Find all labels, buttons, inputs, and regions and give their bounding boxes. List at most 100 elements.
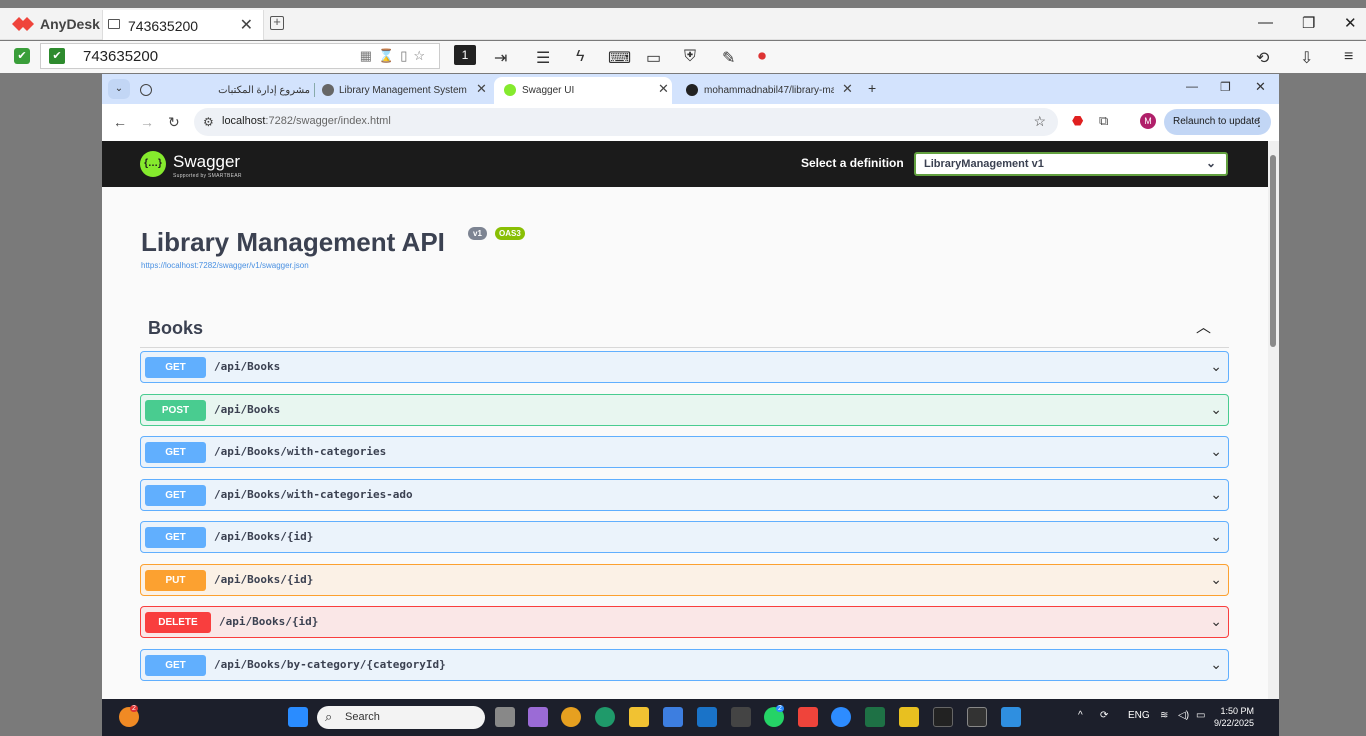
reload-icon[interactable]: ↻ xyxy=(168,114,180,131)
volume-icon[interactable]: ◁) xyxy=(1178,710,1189,721)
page-scrollbar[interactable] xyxy=(1268,141,1279,699)
sync-icon[interactable]: ⟳ xyxy=(1100,710,1108,721)
chevron-down-icon[interactable]: ⌄ xyxy=(1210,613,1222,630)
operation-post-books[interactable]: POST /api/Books ⌄ xyxy=(140,394,1229,426)
bookmark-star-icon[interactable]: ☆ xyxy=(1033,113,1046,130)
zoom-icon[interactable] xyxy=(831,707,851,727)
edge-icon[interactable] xyxy=(595,707,615,727)
tab-github-repo[interactable]: mohammadnabil47/library-mar ✕ xyxy=(680,77,858,104)
wifi-icon[interactable]: ≋ xyxy=(1160,710,1168,721)
chevron-down-icon[interactable]: ⌄ xyxy=(1210,486,1222,503)
chevron-down-icon[interactable]: ⌄ xyxy=(1210,443,1222,460)
tag-section-books[interactable]: Books ︿ xyxy=(140,310,1229,348)
outlook-icon[interactable] xyxy=(697,707,717,727)
method-badge: GET xyxy=(145,485,206,506)
openai-icon xyxy=(140,84,152,96)
actions-lightning-icon[interactable]: ϟ xyxy=(576,48,584,66)
chevron-down-icon[interactable]: ⌄ xyxy=(1210,358,1222,375)
anydesk-address-value[interactable]: 743635200 xyxy=(83,48,158,65)
whiteboard-pen-icon[interactable]: ✎ xyxy=(722,48,735,68)
anydesk-session-tab[interactable]: 743635200 ✕ xyxy=(102,10,264,40)
anydesk-close-button[interactable]: ✕ xyxy=(1344,14,1357,32)
omnibox-url[interactable]: localhost:7282/swagger/index.html xyxy=(222,115,391,127)
chrome-menu-icon[interactable]: ⋮ xyxy=(1253,109,1265,135)
taskbar-search[interactable]: ⌕ Search xyxy=(317,706,485,729)
operation-put-book[interactable]: PUT /api/Books/{id} ⌄ xyxy=(140,564,1229,596)
file-explorer-icon[interactable] xyxy=(629,707,649,727)
menu-icon[interactable]: ≡ xyxy=(1344,48,1353,66)
app-black-icon[interactable] xyxy=(933,707,953,727)
close-tab-icon[interactable]: ✕ xyxy=(240,15,253,35)
language-indicator[interactable]: ENG xyxy=(1128,710,1150,721)
close-tab-icon[interactable]: ✕ xyxy=(842,81,853,97)
chevron-down-icon[interactable]: ⌄ xyxy=(1210,571,1222,588)
swagger-brand: Swagger xyxy=(173,152,241,171)
forward-icon[interactable]: → xyxy=(140,114,154,130)
download-icon[interactable]: ⇩ xyxy=(1300,48,1313,68)
chrome-taskbar-icon[interactable] xyxy=(561,707,581,727)
operation-get-books-with-categories-ado[interactable]: GET /api/Books/with-categories-ado ⌄ xyxy=(140,479,1229,511)
site-info-icon[interactable]: ⚙ xyxy=(203,115,214,129)
windows-taskbar: 2 ⌕ Search 2 ^ ⟳ ENG ≋ ◁) ▭ 1:50 PM 9/22… xyxy=(102,699,1279,736)
permissions-shield-icon[interactable]: ⛨ xyxy=(684,48,696,66)
excel-icon[interactable] xyxy=(865,707,885,727)
start-windows-icon[interactable] xyxy=(288,707,308,727)
anydesk-taskbar-icon[interactable] xyxy=(798,707,818,727)
history-icon[interactable]: ⟲ xyxy=(1256,48,1269,68)
vscode-icon[interactable] xyxy=(1001,707,1021,727)
tab-label: Library Management System xyxy=(339,85,467,96)
task-view-icon[interactable] xyxy=(495,707,515,727)
chrome-close-button[interactable]: ✕ xyxy=(1255,79,1266,106)
battery-icon[interactable]: ▭ xyxy=(1196,710,1205,721)
anydesk-new-tab-button[interactable]: + xyxy=(270,15,284,30)
copilot-icon[interactable] xyxy=(528,707,548,727)
extensions-puzzle-icon[interactable]: ⧉ xyxy=(1099,113,1108,129)
chrome-minimize-button[interactable]: — xyxy=(1186,79,1198,106)
display-icon[interactable]: ▭ xyxy=(646,48,661,68)
file-transfer-icon[interactable]: ⇥ xyxy=(494,48,507,68)
extension-shield-icon[interactable]: ⬣ xyxy=(1072,113,1083,129)
oas-badge: OAS3 xyxy=(495,227,525,240)
anydesk-toolbar: ✔ ✔ 743635200 ▦⌛▯☆ 1 ⇥ ☰ ϟ ⌨ ▭ ⛨ ✎ ⏺ ⟲ ⇩… xyxy=(0,41,1366,73)
chevron-down-icon[interactable]: ⌄ xyxy=(1210,656,1222,673)
chevron-up-icon[interactable]: ^ xyxy=(1078,710,1083,721)
close-tab-icon[interactable]: ✕ xyxy=(658,81,669,97)
swagger-json-link[interactable]: https://localhost:7282/swagger/v1/swagge… xyxy=(141,261,309,270)
scrollbar-thumb[interactable] xyxy=(1270,155,1276,347)
anydesk-address-bar[interactable]: ✔ 743635200 ▦⌛▯☆ xyxy=(40,43,440,69)
tab-openai-project[interactable]: مشروع إدارة المكتبات xyxy=(136,77,312,104)
store-icon[interactable] xyxy=(663,707,683,727)
operation-delete-book[interactable]: DELETE /api/Books/{id} ⌄ xyxy=(140,606,1229,638)
chrome-maximize-button[interactable]: ❐ xyxy=(1220,80,1231,107)
terminal-icon[interactable] xyxy=(967,707,987,727)
operation-get-book-by-id[interactable]: GET /api/Books/{id} ⌄ xyxy=(140,521,1229,553)
clock[interactable]: 1:50 PM 9/22/2025 xyxy=(1214,705,1254,729)
tab-search-icon[interactable]: ⌄ xyxy=(108,79,130,99)
new-tab-button[interactable]: + xyxy=(868,80,876,107)
record-icon[interactable]: ⏺ xyxy=(758,48,766,66)
app-icon[interactable] xyxy=(899,707,919,727)
monitor-selector-button[interactable]: 1 xyxy=(454,45,476,65)
swagger-brand-sub: Supported by SMARTBEAR xyxy=(173,173,242,179)
omnibox[interactable]: ⚙ localhost:7282/swagger/index.html ☆ xyxy=(194,108,1058,136)
profile-avatar[interactable]: M xyxy=(1140,113,1156,129)
operation-get-books-with-categories[interactable]: GET /api/Books/with-categories ⌄ xyxy=(140,436,1229,468)
tool-icon[interactable] xyxy=(731,707,751,727)
chevron-down-icon[interactable]: ⌄ xyxy=(1210,401,1222,418)
chat-icon[interactable]: ☰ xyxy=(536,48,550,68)
chevron-up-icon[interactable]: ︿ xyxy=(1196,316,1211,337)
chevron-down-icon[interactable]: ⌄ xyxy=(1210,528,1222,545)
back-icon[interactable]: ← xyxy=(113,114,127,130)
definition-select[interactable]: LibraryManagement v1 ⌄ xyxy=(914,152,1228,176)
anydesk-maximize-button[interactable]: ❐ xyxy=(1302,14,1315,32)
tab-swagger-ui[interactable]: Swagger UI ✕ xyxy=(494,77,672,104)
anydesk-minimize-button[interactable]: — xyxy=(1258,14,1273,31)
relaunch-to-update-button[interactable]: Relaunch to update ⋮ xyxy=(1164,109,1271,135)
tab-library-management-system[interactable]: Library Management System ✕ xyxy=(316,77,492,104)
operation-get-books-by-category[interactable]: GET /api/Books/by-category/{categoryId} … xyxy=(140,649,1229,681)
keyboard-icon[interactable]: ⌨ xyxy=(608,48,631,68)
close-tab-icon[interactable]: ✕ xyxy=(476,81,487,97)
operation-path: /api/Books xyxy=(214,360,281,373)
operation-get-books[interactable]: GET /api/Books ⌄ xyxy=(140,351,1229,383)
swagger-content: Library Management API v1 OAS3 https://l… xyxy=(102,187,1268,699)
